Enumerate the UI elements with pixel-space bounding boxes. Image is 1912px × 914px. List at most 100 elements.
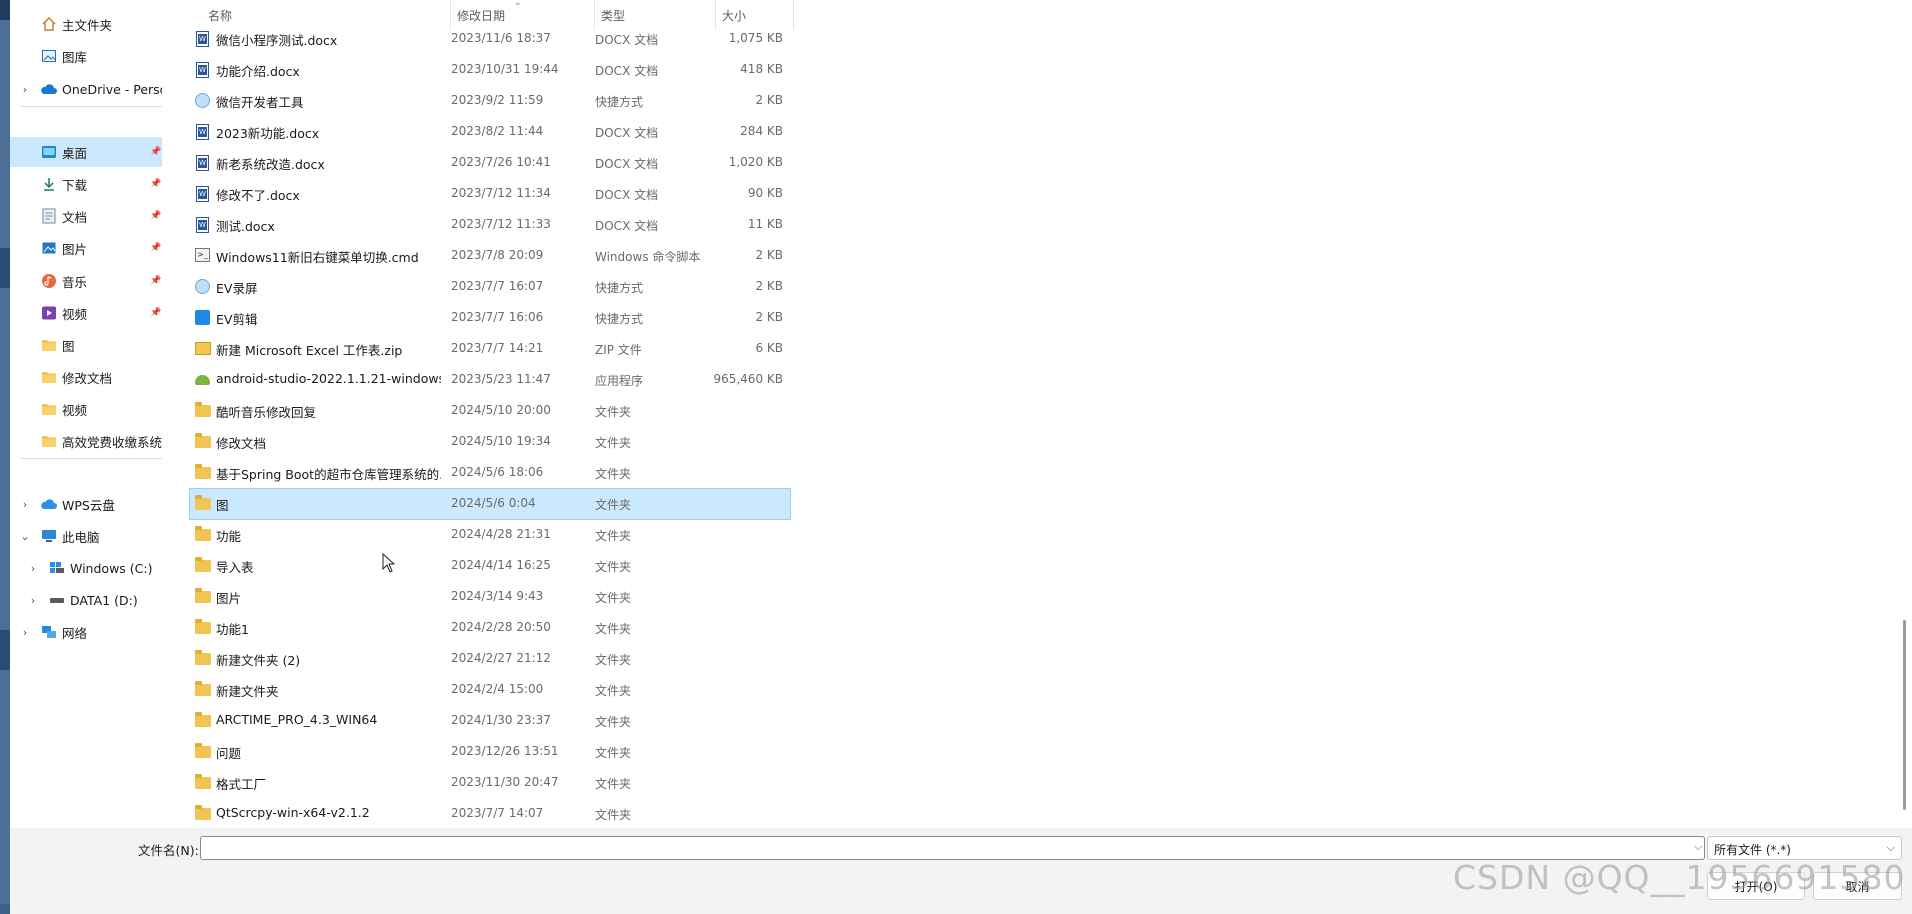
sidebar-item-0[interactable]: 主文件夹 <box>10 9 162 39</box>
folder-icon <box>195 464 211 481</box>
file-row[interactable]: 2023新功能.docx 2023/8/2 11:44 DOCX 文档 284 KB <box>190 117 790 147</box>
navigation-pane[interactable]: 主文件夹 图库 › OneDrive - Perso 桌面 📌 下载 📌 文档 📌 图片 📌 音乐 📌 视频… <box>10 0 162 828</box>
pin-icon[interactable]: 📌 <box>150 179 161 189</box>
file-row[interactable]: 新建 Microsoft Excel 工作表.zip 2023/7/7 14:21… <box>190 334 790 364</box>
sidebar-item-5[interactable]: 文档 📌 <box>10 201 162 231</box>
file-name: EV剪辑 <box>216 312 258 327</box>
chevron-right-icon[interactable]: › <box>28 562 38 575</box>
file-row[interactable]: 功能介绍.docx 2023/10/31 19:44 DOCX 文档 418 KB <box>190 55 790 85</box>
file-row[interactable]: 图片 2024/3/14 9:43 文件夹 <box>190 582 790 612</box>
docx-icon <box>195 155 211 171</box>
file-date: 2024/2/27 21:12 <box>451 651 551 665</box>
file-row[interactable]: QtScrcpy-win-x64-v2.1.2 2023/7/7 14:07 文件夹 <box>190 799 790 828</box>
file-list-view[interactable]: 名称 修改日期 ⌄ 类型 大小 微信小程序测试.docx 2023/11/6 18… <box>175 0 795 828</box>
pin-icon[interactable]: 📌 <box>150 147 161 157</box>
file-type: DOCX 文档 <box>595 126 659 140</box>
file-row[interactable]: 功能1 2024/2/28 20:50 文件夹 <box>190 613 790 643</box>
sidebar-item-6[interactable]: 图片 📌 <box>10 233 162 263</box>
sidebar-item-15[interactable]: › Windows (C:) <box>10 553 162 583</box>
file-row[interactable]: 导入表 2024/4/14 16:25 文件夹 <box>190 551 790 581</box>
file-row[interactable]: EV录屏 2023/7/7 16:07 快捷方式 2 KB <box>190 272 790 302</box>
filename-combobox[interactable] <box>200 836 1705 860</box>
navigation-separator <box>20 458 162 459</box>
sidebar-item-2[interactable]: › OneDrive - Perso <box>10 74 162 104</box>
file-row[interactable]: 基于Spring Boot的超市仓库管理系统的... 2024/5/6 18:06… <box>190 458 790 488</box>
file-size: 2 KB <box>755 248 783 262</box>
file-row[interactable]: 修改文档 2024/5/10 19:34 文件夹 <box>190 427 790 457</box>
file-row[interactable]: 功能 2024/4/28 21:31 文件夹 <box>190 520 790 550</box>
sidebar-item-11[interactable]: 视频 <box>10 394 162 424</box>
file-row[interactable]: 新建文件夹 (2) 2024/2/27 21:12 文件夹 <box>190 644 790 674</box>
file-row[interactable]: 测试.docx 2023/7/12 11:33 DOCX 文档 11 KB <box>190 210 790 240</box>
sidebar-item-label: 此电脑 <box>62 529 100 545</box>
file-name: 功能 <box>216 529 242 544</box>
chevron-right-icon[interactable]: › <box>28 594 38 607</box>
filetype-select[interactable]: 所有文件 (*.*) ⌵ <box>1707 836 1902 860</box>
chevron-right-icon[interactable]: › <box>20 498 30 511</box>
file-date: 2023/8/2 11:44 <box>451 124 544 138</box>
chevron-right-icon[interactable]: › <box>20 626 30 639</box>
file-row[interactable]: EV剪辑 2023/7/7 16:06 快捷方式 2 KB <box>190 303 790 333</box>
sidebar-item-13[interactable]: › WPS云盘 <box>10 489 162 519</box>
sidebar-item-10[interactable]: 修改文档 <box>10 362 162 392</box>
pin-icon[interactable]: 📌 <box>150 308 161 318</box>
sidebar-item-label: 修改文档 <box>62 370 113 386</box>
file-type: DOCX 文档 <box>595 219 659 233</box>
sidebar-item-8[interactable]: 视频 📌 <box>10 298 162 328</box>
sidebar-item-4[interactable]: 下载 📌 <box>10 169 162 199</box>
chevron-right-icon[interactable]: › <box>20 83 30 96</box>
file-name: 酷听音乐修改回复 <box>216 405 317 420</box>
column-divider[interactable] <box>793 0 794 30</box>
file-row[interactable]: 新老系统改造.docx 2023/7/26 10:41 DOCX 文档 1,020 K… <box>190 148 790 178</box>
folder-icon <box>40 369 58 385</box>
folder-icon <box>40 401 58 417</box>
file-type: 文件夹 <box>595 746 632 760</box>
file-size: 418 KB <box>740 62 783 76</box>
sidebar-item-label: 高效党费收缴系统f <box>62 434 162 450</box>
file-size: 965,460 KB <box>713 372 783 386</box>
file-row[interactable]: ARCTIME_PRO_4.3_WIN64 2024/1/30 23:37 文件夹 <box>190 706 790 736</box>
pin-icon[interactable]: 📌 <box>150 211 161 221</box>
file-row[interactable]: 新建文件夹 2024/2/4 15:00 文件夹 <box>190 675 790 705</box>
filename-history-dropdown-icon[interactable]: ⌵ <box>1694 840 1702 854</box>
folder-icon <box>195 805 211 822</box>
pin-icon[interactable]: 📌 <box>150 276 161 286</box>
pin-icon[interactable]: 📌 <box>150 243 161 253</box>
file-type: 快捷方式 <box>595 312 644 326</box>
sidebar-item-9[interactable]: 图 <box>10 330 162 360</box>
docx-icon <box>195 186 211 202</box>
file-name: 图 <box>216 498 229 513</box>
file-row[interactable]: 酷听音乐修改回复 2024/5/10 20:00 文件夹 <box>190 396 790 426</box>
filename-input[interactable] <box>205 837 1689 859</box>
file-row[interactable]: 图 2024/5/6 0:04 文件夹 <box>189 488 791 520</box>
filename-label: 文件名(N): <box>138 843 199 858</box>
file-name: 新老系统改造.docx <box>216 157 325 172</box>
desktop-background-strip <box>0 0 10 914</box>
chevron-down-icon[interactable]: ⌄ <box>20 530 30 543</box>
sidebar-item-16[interactable]: › DATA1 (D:) <box>10 585 162 615</box>
folder-icon <box>195 588 211 605</box>
sidebar-item-3[interactable]: 桌面 📌 <box>10 137 162 167</box>
watermark-text: CSDN @QQ__1956691580 <box>1453 858 1906 897</box>
file-row[interactable]: 修改不了.docx 2023/7/12 11:34 DOCX 文档 90 KB <box>190 179 790 209</box>
sidebar-item-17[interactable]: › 网络 <box>10 617 162 647</box>
file-name: 导入表 <box>216 560 254 575</box>
file-row[interactable]: 格式工厂 2023/11/30 20:47 文件夹 <box>190 768 790 798</box>
file-date: 2023/7/7 16:07 <box>451 279 544 293</box>
file-name: 基于Spring Boot的超市仓库管理系统的... <box>216 467 441 482</box>
file-name: ARCTIME_PRO_4.3_WIN64 <box>216 712 378 727</box>
sidebar-item-14[interactable]: ⌄ 此电脑 <box>10 521 162 551</box>
sidebar-item-12[interactable]: 高效党费收缴系统f <box>10 426 162 456</box>
sidebar-item-1[interactable]: 图库 <box>10 41 162 71</box>
column-header-date-label: 修改日期 <box>457 8 506 23</box>
sidebar-item-label: 图片 <box>62 241 88 257</box>
onedrive-cloud-icon <box>40 81 58 97</box>
file-row[interactable]: 微信开发者工具 2023/9/2 11:59 快捷方式 2 KB <box>190 86 790 116</box>
file-row[interactable]: android-studio-2022.1.1.21-windows.... 20… <box>190 365 790 395</box>
vertical-scrollbar-thumb[interactable] <box>1903 620 1906 810</box>
file-row[interactable]: 问题 2023/12/26 13:51 文件夹 <box>190 737 790 767</box>
file-row[interactable]: >_ Windows11新旧右键菜单切换.cmd 2023/7/8 20:09 Win… <box>190 241 790 271</box>
file-date: 2023/11/30 20:47 <box>451 775 559 789</box>
file-row[interactable]: 微信小程序测试.docx 2023/11/6 18:37 DOCX 文档 1,075 … <box>190 24 790 54</box>
sidebar-item-7[interactable]: 音乐 📌 <box>10 266 162 296</box>
